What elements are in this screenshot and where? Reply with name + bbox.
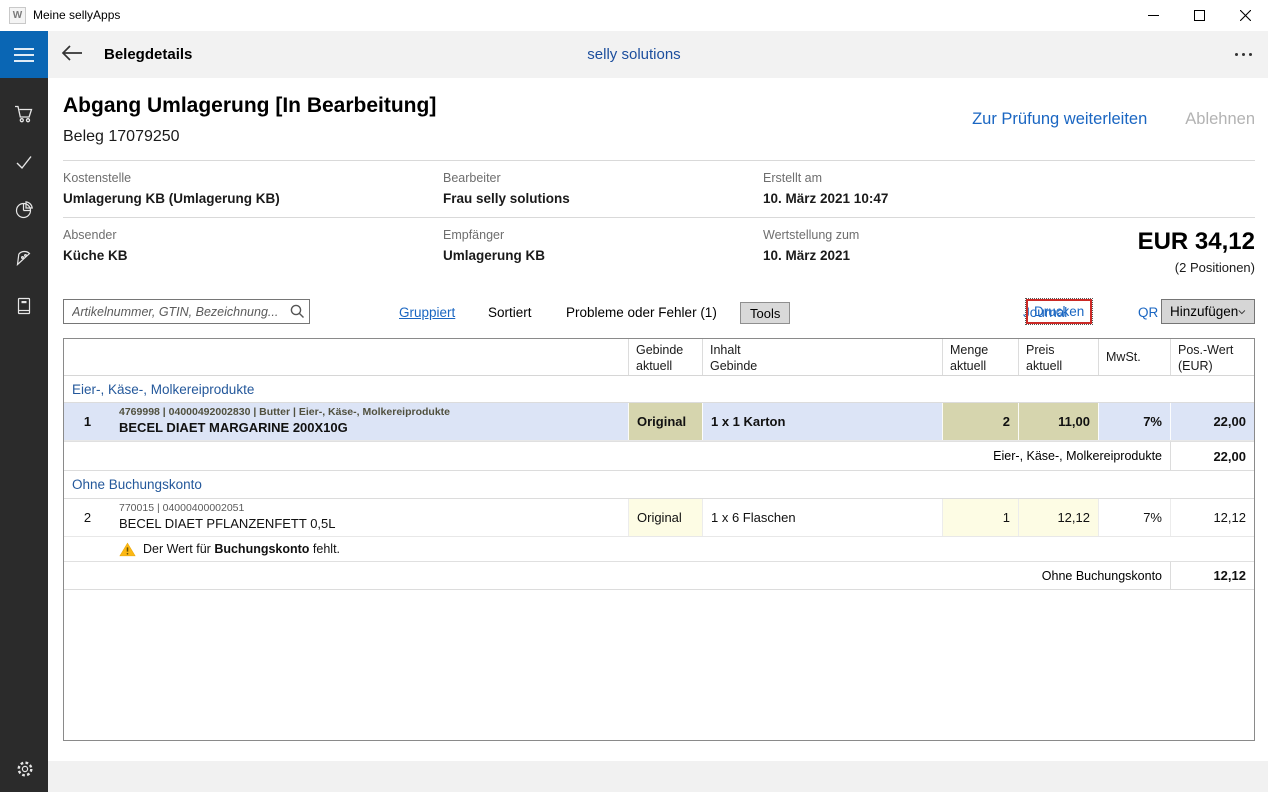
pos-wert-cell: 22,00 (1170, 403, 1254, 440)
sorted-toggle[interactable]: Sortiert (488, 305, 532, 320)
mwst-cell: 7% (1098, 499, 1170, 536)
preis-cell[interactable]: 11,00 (1018, 403, 1098, 440)
menge-cell[interactable]: 2 (942, 403, 1018, 440)
maximize-icon (1193, 10, 1205, 21)
maximize-button[interactable] (1176, 0, 1222, 31)
menge-cell[interactable]: 1 (942, 499, 1018, 536)
group-footer-label: Ohne Buchungskonto (1041, 568, 1162, 583)
pos-wert-cell: 12,12 (1170, 499, 1254, 536)
article-name: BECEL DIAET MARGARINE 200X10G (119, 419, 348, 435)
document-title: Abgang Umlagerung [In Bearbeitung] (63, 94, 437, 117)
more-button[interactable] (1233, 47, 1254, 62)
sidebar-item-catalog[interactable] (14, 296, 34, 316)
field-empfaenger: Empfänger Umlagerung KB (443, 228, 546, 263)
position-count: (2 Positionen) (1174, 260, 1255, 275)
grouped-toggle[interactable]: Gruppiert (399, 305, 455, 320)
total-amount: EUR 34,12 (1137, 228, 1255, 255)
sidebar-item-reports[interactable] (14, 200, 34, 220)
group-footer-value: 22,00 (1170, 442, 1254, 470)
forward-for-review-button[interactable]: Zur Prüfung weiterleiten (972, 110, 1147, 129)
minimize-icon (1147, 15, 1159, 16)
problems-filter[interactable]: Probleme oder Fehler (1) (566, 305, 717, 320)
group-header: Eier-, Käse-, Molkereiprodukte (64, 376, 1254, 403)
warning-icon (119, 542, 136, 556)
divider (63, 160, 1255, 161)
close-button[interactable] (1222, 0, 1268, 31)
book-icon (17, 297, 31, 315)
inhalt-cell: 1 x 6 Flaschen (702, 499, 942, 536)
bottom-strip (48, 761, 1268, 792)
print-link[interactable]: Drucken (1024, 298, 1094, 325)
cart-icon (15, 105, 33, 123)
sidebar-item-settings[interactable] (14, 758, 34, 778)
minimize-button[interactable] (1130, 0, 1176, 31)
window-title: Meine sellyApps (33, 8, 121, 22)
sidebar-item-cart[interactable] (14, 104, 34, 124)
group-footer: Ohne Buchungskonto 12,12 (64, 561, 1254, 590)
field-erstellt-am: Erstellt am 10. März 2021 10:47 (763, 171, 889, 206)
field-bearbeiter: Bearbeiter Frau selly solutions (443, 171, 570, 206)
row-number: 1 (83, 414, 92, 429)
sidebar-item-food[interactable] (14, 248, 34, 268)
col-mwst: MwSt. (1098, 339, 1170, 375)
group-footer: Eier-, Käse-, Molkereiprodukte 22,00 (64, 441, 1254, 471)
group-header: Ohne Buchungskonto (64, 471, 1254, 499)
article-info: 770015 | 04000400002051 (119, 502, 245, 515)
group-footer-value: 12,12 (1170, 562, 1254, 589)
article-info: 4769998 | 04000492002830 | Butter | Eier… (119, 406, 450, 419)
gebinde-cell[interactable]: Original (628, 499, 702, 536)
warning-text: Der Wert für Buchungskonto fehlt. (143, 542, 341, 556)
mwst-cell: 7% (1098, 403, 1170, 440)
pizza-slice-icon (16, 250, 31, 267)
search-box[interactable] (63, 299, 310, 324)
header-bar: Belegdetails selly solutions (0, 31, 1268, 78)
document-total: EUR 34,12 (2 Positionen) (1138, 228, 1255, 275)
inhalt-cell: 1 x 1 Karton (702, 403, 942, 440)
col-inhalt: Inhalt Gebinde (702, 339, 942, 375)
close-icon (1239, 10, 1251, 21)
col-pos-wert: Pos.-Wert (EUR) (1170, 339, 1254, 375)
search-input[interactable] (64, 304, 287, 319)
ellipsis-icon (1235, 53, 1238, 56)
document-number: Beleg 17079250 (63, 128, 180, 145)
col-menge: Menge aktuell (942, 339, 1018, 375)
gebinde-cell[interactable]: Original (628, 403, 702, 440)
gear-icon (17, 761, 33, 777)
group-footer-label: Eier-, Käse-, Molkereiprodukte (993, 449, 1162, 463)
sidebar-item-tasks[interactable] (14, 152, 34, 172)
chevron-down-icon (1238, 309, 1246, 314)
divider (63, 217, 1255, 218)
search-icon (290, 304, 304, 318)
main-content: Abgang Umlagerung [In Bearbeitung] Beleg… (48, 78, 1268, 761)
reject-button: Ablehnen (1185, 110, 1255, 128)
table-row[interactable]: 2 770015 | 04000400002051 BECEL DIAET PF… (64, 499, 1254, 537)
positions-table: Gebinde aktuell Inhalt Gebinde Menge aktuel… (63, 338, 1255, 741)
col-gebinde: Gebinde aktuell (628, 339, 702, 375)
table-empty-area (64, 590, 1254, 740)
field-wertstellung: Wertstellung zum 10. März 2021 (763, 228, 860, 263)
title-bar: W Meine sellyApps (0, 0, 1268, 31)
col-preis: Preis aktuell (1018, 339, 1098, 375)
article-cell: 4769998 | 04000492002830 | Butter | Eier… (111, 403, 628, 440)
tools-button[interactable]: Tools (740, 302, 791, 324)
sidebar-nav (0, 78, 48, 792)
app-window: W Meine sellyApps Belegdetails selly sol… (0, 0, 1268, 792)
article-name: BECEL DIAET PFLANZENFETT 0,5L (119, 515, 336, 531)
pie-chart-icon (15, 201, 33, 219)
preis-cell[interactable]: 12,12 (1018, 499, 1098, 536)
warning-row: Der Wert für Buchungskonto fehlt. (64, 537, 1254, 561)
app-icon: W (9, 7, 26, 24)
add-button[interactable]: Hinzufügen (1161, 299, 1255, 324)
row-number: 2 (83, 510, 92, 525)
field-absender: Absender Küche KB (63, 228, 128, 263)
field-kostenstelle: Kostenstelle Umlagerung KB (Umlagerung K… (63, 171, 280, 206)
article-cell: 770015 | 04000400002051 BECEL DIAET PFLA… (111, 499, 628, 536)
checkmark-icon (16, 156, 32, 170)
table-header-row: Gebinde aktuell Inhalt Gebinde Menge aktuel… (64, 339, 1254, 376)
center-title: selly solutions (587, 46, 681, 63)
table-row[interactable]: 1 4769998 | 04000492002830 | Butter | Ei… (64, 403, 1254, 441)
